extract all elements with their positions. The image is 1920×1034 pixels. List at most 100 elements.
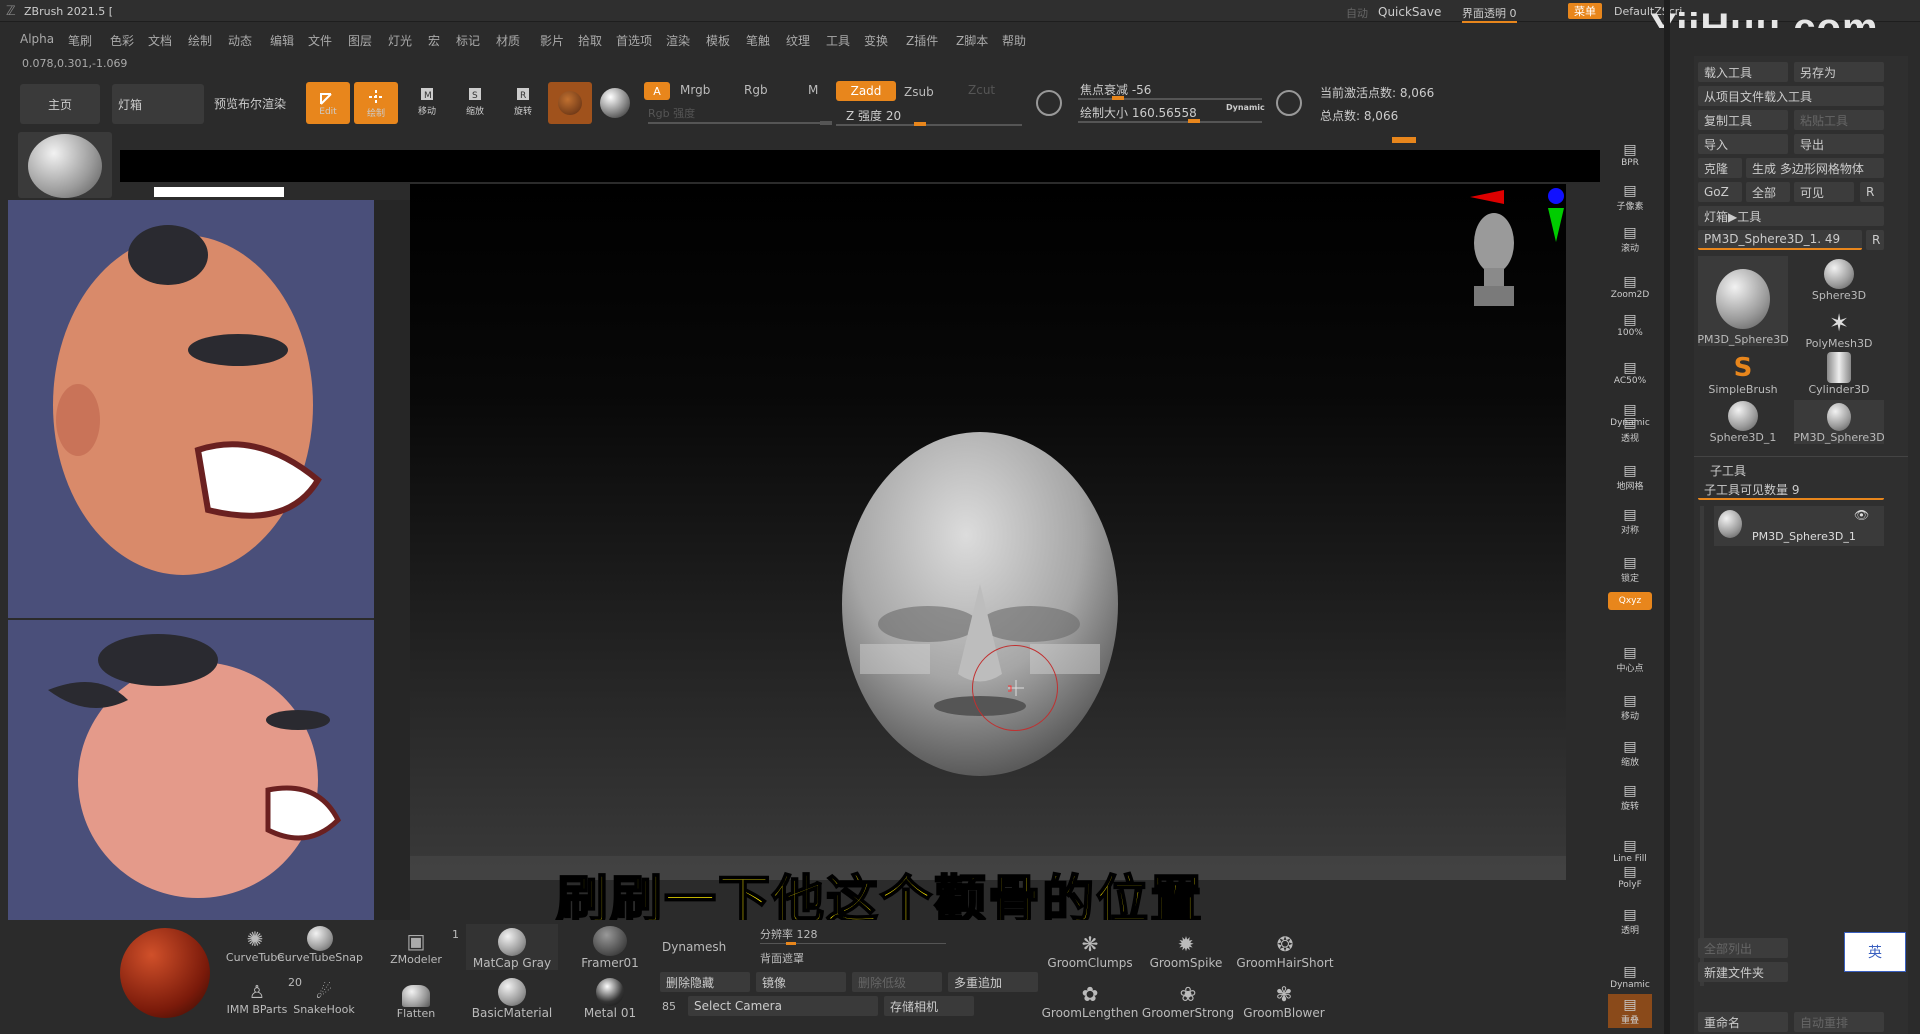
rail-button-9[interactable]: ▤ 对称 — [1608, 504, 1652, 538]
rail-button-19[interactable]: ▤ Dynamic — [1608, 960, 1652, 994]
draw-size-knob[interactable] — [1188, 119, 1200, 123]
menu-item-22[interactable]: Z插件 — [906, 32, 938, 49]
a-toggle[interactable]: A — [644, 82, 670, 100]
brush-imm-bparts[interactable]: ♙ IMM BParts — [220, 972, 294, 1016]
menu-item-6[interactable]: 编辑 — [270, 32, 294, 49]
brush-snakehook[interactable]: ☄ SnakeHook — [290, 972, 358, 1016]
rail-button-18[interactable]: ▤ 透明 — [1608, 904, 1652, 938]
material-swatch-button[interactable] — [548, 82, 592, 124]
menu-item-18[interactable]: 笔触 — [746, 32, 770, 49]
rail-button-12[interactable]: ▤ 中心点 — [1608, 642, 1652, 676]
brush-groomclumps[interactable]: ❋ GroomClumps — [1044, 926, 1136, 970]
tool-thumb-pm3d-sphere-2[interactable]: PM3D_Sphere3D — [1793, 400, 1885, 444]
subtool-title[interactable]: 子工具 — [1710, 462, 1746, 479]
brush-groomerstrong[interactable]: ❀ GroomerStrong — [1140, 976, 1236, 1020]
rail-button-4[interactable]: ▤ 100% — [1608, 308, 1652, 342]
brush-groomhairshort[interactable]: ❂ GroomHairShort — [1230, 926, 1340, 970]
menu-item-4[interactable]: 绘制 — [188, 32, 212, 49]
rgb-intensity-slider[interactable]: Rgb 强度 — [648, 105, 695, 121]
export-button[interactable]: 导出 — [1794, 134, 1884, 154]
subtool-item[interactable]: PM3D_Sphere3D_1 👁 — [1714, 506, 1884, 546]
menu-item-11[interactable]: 标记 — [456, 32, 480, 49]
quicksave-button[interactable]: QuickSave — [1378, 5, 1441, 19]
brush-groomlengthen[interactable]: ✿ GroomLengthen — [1040, 976, 1140, 1020]
load-from-project-button[interactable]: 从项目文件载入工具 — [1698, 86, 1884, 106]
color-picker-sphere[interactable] — [120, 928, 210, 1018]
menu-item-10[interactable]: 宏 — [428, 32, 440, 49]
menu-item-0[interactable]: Alpha — [20, 32, 54, 46]
m-button[interactable]: M — [808, 83, 818, 97]
store-camera-button[interactable]: 存储相机 — [884, 996, 974, 1016]
menu-item-9[interactable]: 灯光 — [388, 32, 412, 49]
rgb-intensity-track[interactable] — [648, 122, 832, 124]
make-polymesh-button[interactable]: 生成 多边形网格物体 — [1746, 158, 1884, 178]
goz-all-button[interactable]: 全部 — [1746, 182, 1790, 202]
subtool-visible-count-slider[interactable]: 子工具可见数量 9 — [1698, 480, 1884, 500]
zsub-button[interactable]: Zsub — [904, 85, 934, 99]
current-brush-thumb[interactable] — [18, 132, 112, 198]
material-matcap-gray[interactable]: MatCap Gray — [466, 924, 558, 970]
menu-item-24[interactable]: 帮助 — [1002, 32, 1026, 49]
select-camera-dropdown[interactable]: Select Camera — [688, 996, 878, 1016]
bpr-preview-button[interactable]: 预览布尔渲染 — [214, 95, 286, 112]
goz-button[interactable]: GoZ — [1698, 182, 1742, 202]
backface-mask-button[interactable]: 背面遮罩 — [760, 950, 804, 966]
focal-shift-track[interactable] — [1078, 98, 1262, 100]
brush-groomblower[interactable]: ✾ GroomBlower — [1236, 976, 1332, 1020]
z-intensity-slider[interactable]: Z 强度 20 — [846, 107, 901, 124]
sculpt-mesh[interactable] — [840, 424, 1120, 784]
mirror-button[interactable]: 镜像 — [756, 972, 846, 992]
menu-item-14[interactable]: 拾取 — [578, 32, 602, 49]
material-basic[interactable]: BasicMaterial — [466, 976, 558, 1020]
tool-thumb-pm3d-sphere[interactable]: PM3D_Sphere3D — [1697, 256, 1789, 346]
rail-button-11[interactable]: Qxyz — [1608, 592, 1652, 610]
rail-button-0[interactable]: ▤ BPR — [1608, 138, 1652, 172]
menu-item-8[interactable]: 图层 — [348, 32, 372, 49]
tool-thumb-sphere3d[interactable]: Sphere3D — [1794, 256, 1884, 302]
clone-button[interactable]: 克隆 — [1698, 158, 1742, 178]
menu-item-20[interactable]: 工具 — [826, 32, 850, 49]
list-all-button[interactable]: 全部列出 — [1698, 938, 1788, 958]
rail-button-7[interactable]: ▤ 透视 — [1608, 412, 1652, 446]
z-intensity-knob[interactable] — [914, 122, 926, 126]
menu-item-1[interactable]: 笔刷 — [68, 32, 92, 49]
dynamic-toggle[interactable]: Dynamic — [1226, 103, 1265, 112]
tool-thumb-simplebrush[interactable]: S SimpleBrush — [1698, 352, 1788, 396]
menu-item-7[interactable]: 文件 — [308, 32, 332, 49]
menus-button[interactable]: 菜单 — [1568, 3, 1602, 19]
ui-transparency-slider[interactable]: 界面透明 0 — [1462, 5, 1517, 23]
menu-item-13[interactable]: 影片 — [540, 32, 564, 49]
symmetry-s-icon[interactable] — [1036, 90, 1062, 116]
tool-thumb-cylinder3d[interactable]: Cylinder3D — [1794, 352, 1884, 396]
menu-item-3[interactable]: 文档 — [148, 32, 172, 49]
resolution-knob[interactable] — [786, 942, 796, 945]
menu-item-19[interactable]: 纹理 — [786, 32, 810, 49]
rail-button-17[interactable]: ▤ PolyF — [1608, 860, 1652, 894]
edit-button[interactable]: Edit — [306, 82, 350, 124]
menu-item-5[interactable]: 动态 — [228, 32, 252, 49]
menu-item-2[interactable]: 色彩 — [110, 32, 134, 49]
menu-item-21[interactable]: 变换 — [864, 32, 888, 49]
menu-item-12[interactable]: 材质 — [496, 32, 520, 49]
menu-item-23[interactable]: Z脚本 — [956, 32, 988, 49]
dynamic-d-icon[interactable] — [1276, 90, 1302, 116]
menu-item-15[interactable]: 首选项 — [616, 32, 652, 49]
add-subdiv-button[interactable]: 多重追加 — [948, 972, 1038, 992]
copy-tool-button[interactable]: 复制工具 — [1698, 110, 1788, 130]
rename-button[interactable]: 重命名 — [1698, 1012, 1788, 1032]
brush-flatten[interactable]: Flatten — [384, 976, 448, 1020]
brush-groomspike[interactable]: ✹ GroomSpike — [1140, 926, 1232, 970]
brush-curvetubesnap[interactable]: CurveTubeSnap — [277, 926, 363, 964]
zcut-button[interactable]: Zcut — [968, 83, 995, 97]
goz-visible-button[interactable]: 可见 — [1794, 182, 1854, 202]
paste-tool-button[interactable]: 粘贴工具 — [1794, 110, 1884, 130]
rail-button-5[interactable]: ▤ AC50% — [1608, 356, 1652, 390]
move-button[interactable]: M 移动 — [410, 84, 444, 118]
delete-hidden-button[interactable]: 删除隐藏 — [660, 972, 750, 992]
rotate-button[interactable]: R 旋转 — [506, 84, 540, 118]
menu-item-17[interactable]: 模板 — [706, 32, 730, 49]
rgb-button[interactable]: Rgb — [744, 83, 768, 97]
auto-reorder-button[interactable]: 自动重排 — [1794, 1012, 1884, 1032]
material-framer[interactable]: Framer01 — [576, 924, 644, 970]
tool-thumb-sphere3d-1[interactable]: Sphere3D_1 — [1698, 400, 1788, 444]
